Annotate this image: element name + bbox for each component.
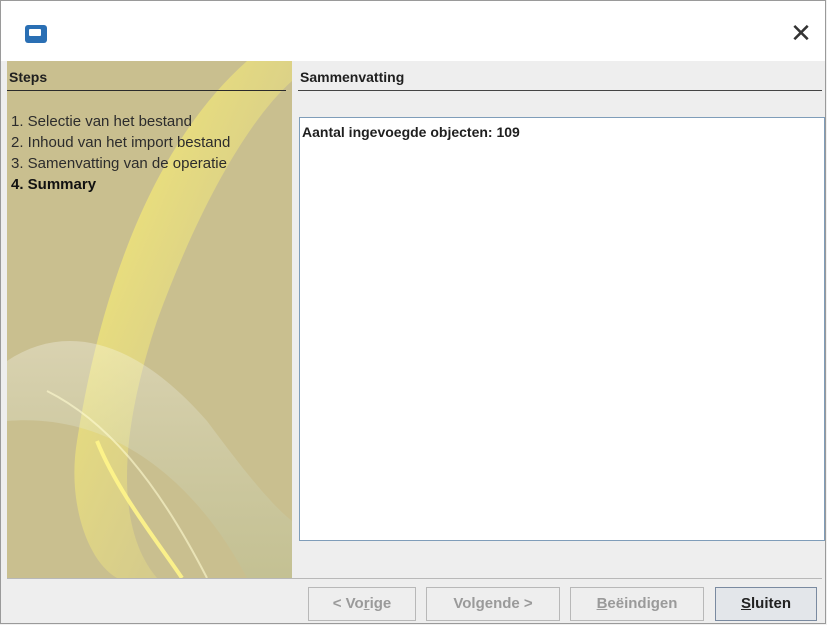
summary-text: Aantal ingevoegde objecten: 109 [302,124,520,140]
step-item: 1. Selectie van het bestand [11,113,192,130]
step-item-current: 4. Summary [11,176,97,193]
finish-button[interactable]: Beëindigen [570,587,704,621]
steps-sidebar: Steps 1. Selectie van het bestand 2. Inh… [7,61,292,578]
steps-divider [7,90,286,91]
next-button[interactable]: Volgende > [426,587,560,621]
content-title: Sammenvatting [300,69,405,85]
footer-divider [7,578,822,579]
app-icon [25,25,47,43]
summary-text-area[interactable]: Aantal ingevoegde objecten: 109 [299,117,825,541]
content-divider [298,90,822,91]
steps-list: 1. Selectie van het bestand 2. Inhoud va… [11,111,230,195]
step-item: 3. Samenvatting van de operatie [11,155,227,172]
steps-title: Steps [9,69,48,85]
title-bar: ✕ [1,1,825,61]
close-icon[interactable]: ✕ [787,21,815,49]
step-item: 2. Inhoud van het import bestand [11,134,231,151]
previous-button[interactable]: < Vorige [308,587,416,621]
close-button[interactable]: Sluiten [715,587,817,621]
wizard-window: ✕ Steps 1. Selectie van het bestand 2. I… [0,0,826,624]
